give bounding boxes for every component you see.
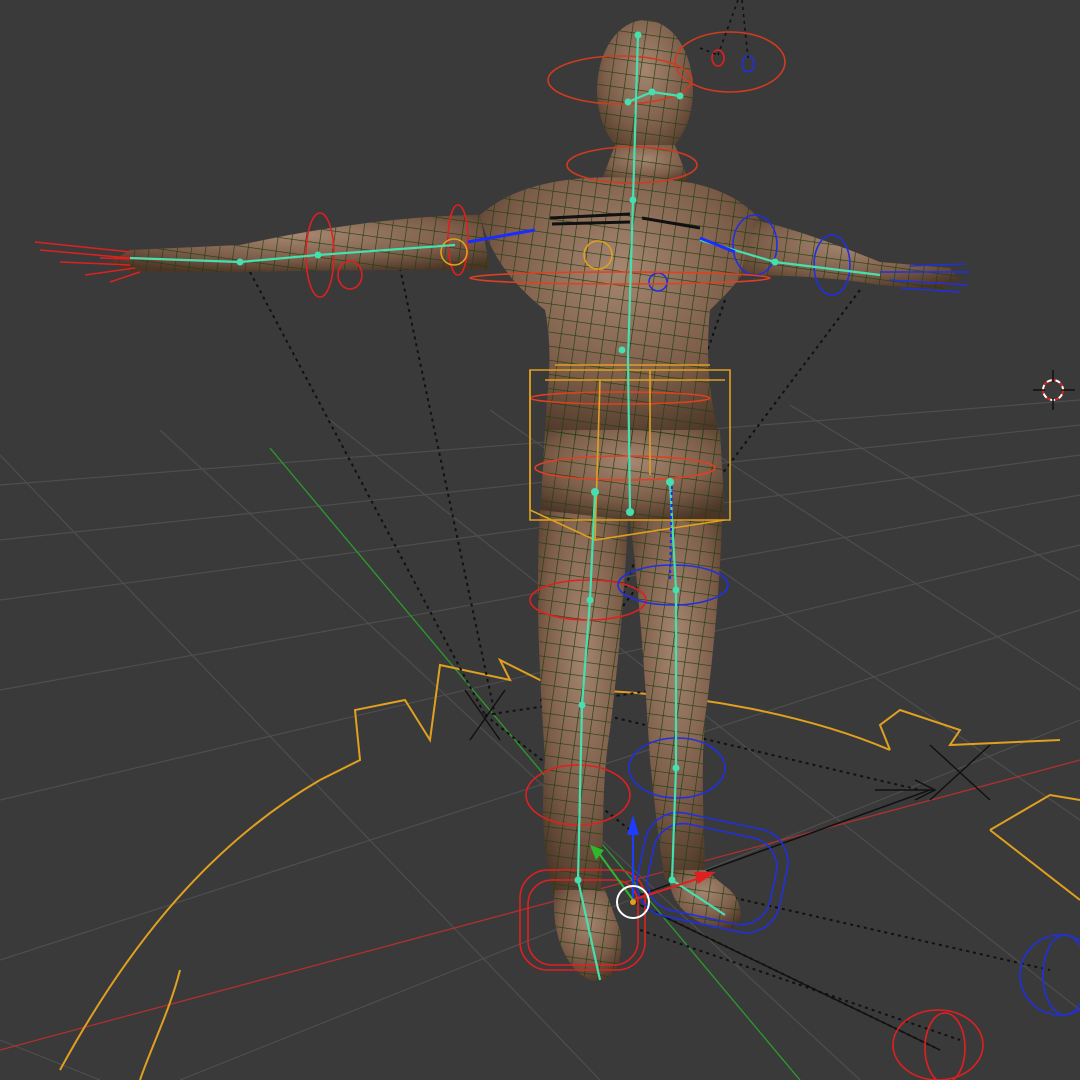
head-target-lines xyxy=(699,0,749,59)
3d-viewport[interactable] xyxy=(0,0,1080,1080)
character-mesh[interactable] xyxy=(110,20,960,981)
3d-cursor-icon[interactable] xyxy=(1033,370,1075,410)
floor-grid xyxy=(0,399,1080,1080)
x-axis-line xyxy=(0,759,1080,1051)
scene-canvas[interactable] xyxy=(0,0,1080,1080)
armature-bones[interactable] xyxy=(129,34,881,981)
